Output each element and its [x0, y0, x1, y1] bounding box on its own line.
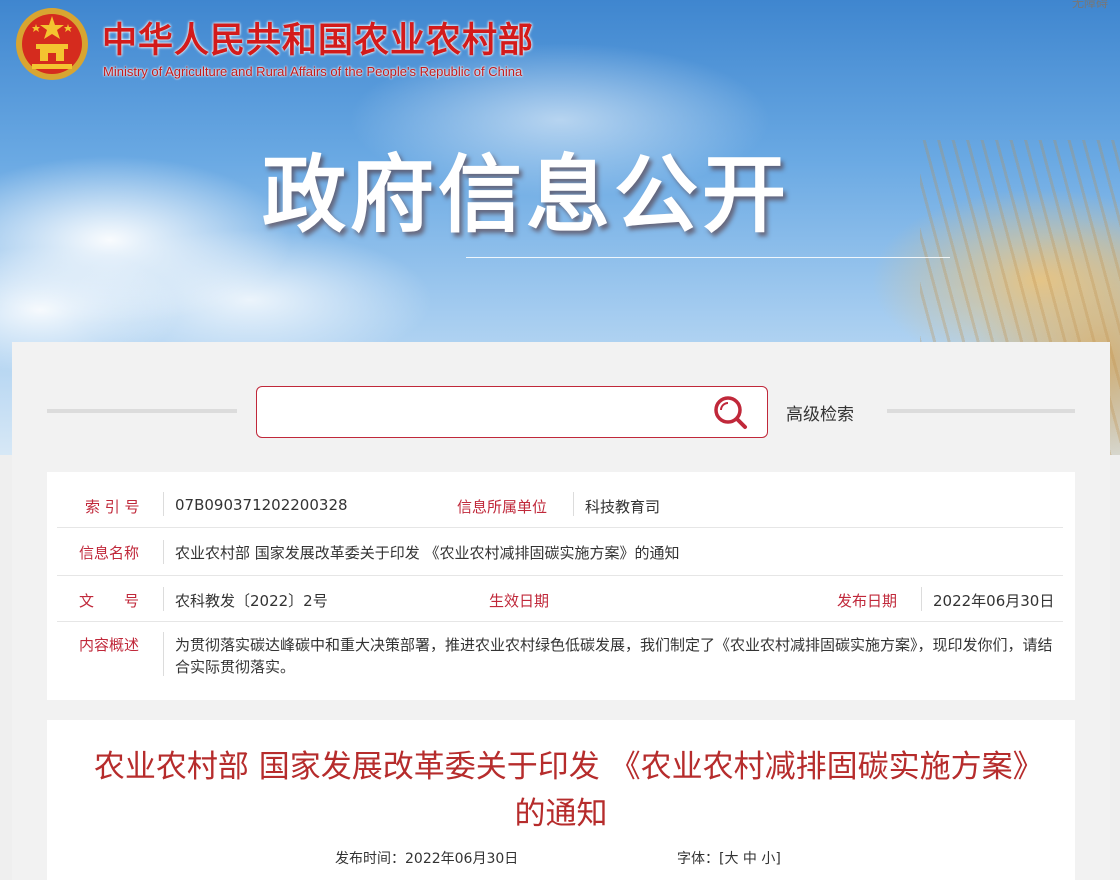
publish-time: 发布时间：2022年06月30日 [335, 848, 518, 868]
section-title: 政府信息公开 [262, 146, 791, 244]
unit-label: 信息所属单位 [457, 498, 548, 516]
search-input[interactable] [269, 397, 699, 427]
summary-label: 内容概述 [79, 636, 140, 654]
row-separator [163, 540, 164, 564]
search-divider-left [47, 409, 237, 413]
site-name-cn[interactable]: 中华人民共和国农业农村部 [102, 12, 534, 63]
font-small-button[interactable]: 小 [761, 851, 775, 867]
info-row-name: 信息名称 农业农村部 国家发展改革委关于印发 《农业农村减排固碳实施方案》的通知 [57, 528, 1063, 576]
font-size-control: 字体：[大 中 小] [677, 848, 781, 868]
publish-label: 发布日期 [837, 592, 898, 610]
advanced-search-link[interactable]: 高级检索 [786, 400, 854, 425]
row-separator [163, 587, 164, 611]
search-icon[interactable] [711, 394, 751, 432]
font-bracket-close: ] [775, 851, 781, 867]
unit-value: 科技教育司 [585, 498, 661, 516]
search-divider-right [887, 409, 1075, 413]
row-separator [573, 492, 574, 516]
row-separator [163, 492, 164, 516]
font-size-label: 字体： [677, 851, 719, 867]
title-divider [466, 257, 950, 258]
summary-value: 为贯彻落实碳达峰碳中和重大决策部署，推进农业农村绿色低碳发展，我们制定了《农业农… [175, 636, 1053, 676]
info-row-index: 索 引 号 07B090371202200328 信息所属单位 科技教育司 [57, 482, 1063, 528]
docno-label: 文 号 [79, 592, 140, 610]
info-row-docno: 文 号 农科教发〔2022〕2号 生效日期 发布日期 2022年06月30日 [57, 576, 1063, 622]
effective-label: 生效日期 [489, 592, 550, 610]
font-large-button[interactable]: 大 [724, 851, 738, 867]
site-name-en[interactable]: Ministry of Agriculture and Rural Affair… [103, 64, 522, 79]
search-box [256, 386, 768, 438]
publish-value: 2022年06月30日 [933, 592, 1055, 610]
national-emblem-icon [16, 8, 88, 80]
article: 农业农村部 国家发展改革委关于印发 《农业农村减排固碳实施方案》的通知 发布时间… [47, 720, 1075, 880]
publish-time-value: 2022年06月30日 [405, 851, 519, 867]
name-label: 信息名称 [79, 544, 140, 562]
accessibility-link[interactable]: 无障碍 [1072, 0, 1108, 11]
index-label: 索 引 号 [85, 498, 140, 516]
row-separator [921, 587, 922, 611]
docno-value: 农科教发〔2022〕2号 [175, 592, 328, 610]
name-value: 农业农村部 国家发展改革委关于印发 《农业农村减排固碳实施方案》的通知 [175, 544, 680, 562]
info-table: 索 引 号 07B090371202200328 信息所属单位 科技教育司 信息… [47, 472, 1075, 700]
row-separator [163, 632, 164, 676]
article-title: 农业农村部 国家发展改革委关于印发 《农业农村减排固碳实施方案》的通知 [93, 749, 1029, 832]
info-row-summary: 内容概述 为贯彻落实碳达峰碳中和重大决策部署，推进农业农村绿色低碳发展，我们制定… [57, 622, 1063, 688]
font-medium-button[interactable]: 中 [743, 851, 757, 867]
index-value: 07B090371202200328 [175, 496, 348, 514]
publish-time-label: 发布时间： [335, 851, 405, 867]
